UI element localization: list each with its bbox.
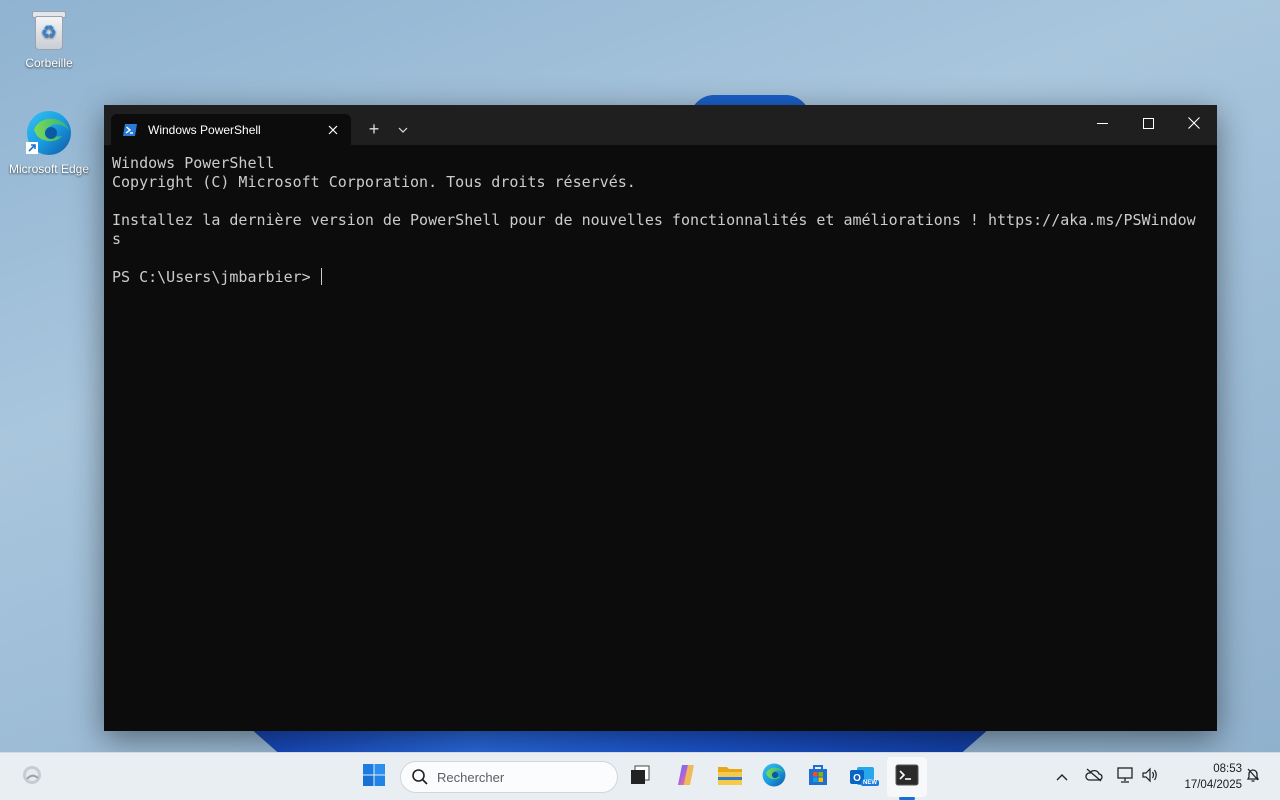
- desktop-icon-edge[interactable]: Microsoft Edge: [7, 108, 91, 176]
- file-explorer-button[interactable]: [710, 757, 750, 797]
- outlook-button[interactable]: O NEW: [842, 757, 882, 797]
- console-line: ​: [112, 192, 1212, 211]
- prompt-line[interactable]: PS C:\Users\jmbarbier>: [112, 268, 1212, 287]
- title-bar[interactable]: Windows PowerShell +: [104, 105, 1217, 145]
- edge-icon: [761, 762, 787, 793]
- desktop-icon-label: Corbeille: [25, 56, 73, 70]
- weather-icon: [21, 764, 43, 791]
- chevron-up-icon: [1056, 768, 1068, 786]
- console-line: Copyright (C) Microsoft Corporation. Tou…: [112, 173, 636, 191]
- text-cursor: [320, 268, 322, 285]
- cloud-off-icon: [1085, 768, 1103, 787]
- clock-time: 08:53: [1213, 763, 1242, 775]
- maximize-button[interactable]: [1125, 105, 1171, 145]
- console-line: Installez la dernière version de PowerSh…: [112, 211, 1196, 229]
- tab-title: Windows PowerShell: [148, 122, 261, 137]
- terminal-taskbar-button[interactable]: [887, 757, 927, 797]
- console-line: s: [112, 230, 122, 248]
- widgets-button[interactable]: [12, 757, 52, 797]
- speaker-icon: [1141, 767, 1159, 788]
- terminal-window[interactable]: Windows PowerShell + Windows PowerShell …: [104, 105, 1217, 731]
- edge-icon: [24, 108, 74, 158]
- copilot-icon: [674, 763, 698, 792]
- prompt: PS C:\Users\jmbarbier>: [112, 268, 320, 286]
- network-icon: [1116, 766, 1134, 788]
- clock-date: 17/04/2025: [1184, 779, 1242, 791]
- close-button[interactable]: [1171, 105, 1217, 145]
- bell-icon: [1245, 767, 1261, 788]
- volume-button[interactable]: [1140, 767, 1160, 787]
- recycle-bin-icon: ♻: [31, 8, 67, 52]
- maximize-icon: [1142, 116, 1154, 134]
- outlook-icon: O NEW: [849, 764, 879, 790]
- powershell-icon: [122, 122, 138, 138]
- search-icon: [411, 768, 429, 786]
- task-view-button[interactable]: [620, 757, 660, 797]
- close-tab-icon[interactable]: [319, 116, 347, 144]
- close-icon: [1188, 116, 1200, 134]
- new-badge: NEW: [861, 780, 879, 786]
- minimize-button[interactable]: [1079, 105, 1125, 145]
- onedrive-button[interactable]: [1084, 767, 1104, 787]
- file-explorer-icon: [717, 764, 743, 791]
- tab-powershell[interactable]: Windows PowerShell: [111, 114, 351, 145]
- store-icon: [806, 763, 830, 792]
- wallpaper-bloom: [250, 728, 990, 754]
- taskbar-search[interactable]: Rechercher: [400, 761, 618, 793]
- desktop-icon-label: Microsoft Edge: [8, 162, 90, 176]
- edge-taskbar-button[interactable]: [754, 757, 794, 797]
- svg-text:O: O: [853, 773, 861, 784]
- store-button[interactable]: [798, 757, 838, 797]
- show-hidden-icons-button[interactable]: [1052, 767, 1072, 787]
- desktop-icon-recycle-bin[interactable]: ♻ Corbeille: [7, 8, 91, 70]
- clock[interactable]: 08:53 17/04/2025: [1170, 761, 1242, 793]
- minimize-icon: [1096, 116, 1108, 134]
- search-placeholder: Rechercher: [437, 769, 505, 785]
- chevron-down-icon: [398, 120, 408, 138]
- copilot-button[interactable]: [666, 757, 706, 797]
- terminal-icon: [895, 764, 919, 791]
- start-icon: [362, 763, 386, 792]
- tab-dropdown-button[interactable]: [392, 115, 414, 143]
- console-line: Windows PowerShell: [112, 154, 275, 172]
- plus-icon: +: [368, 118, 380, 139]
- network-button[interactable]: [1115, 766, 1135, 788]
- start-button[interactable]: [354, 757, 394, 797]
- notifications-button[interactable]: [1243, 767, 1263, 787]
- taskbar: Rechercher O NEW 08:53 17/04/2025: [0, 752, 1280, 800]
- console-line: ​: [112, 249, 1212, 268]
- console-output[interactable]: Windows PowerShell Copyright (C) Microsof…: [112, 154, 1212, 287]
- new-tab-button[interactable]: +: [360, 115, 388, 143]
- task-view-icon: [629, 764, 651, 791]
